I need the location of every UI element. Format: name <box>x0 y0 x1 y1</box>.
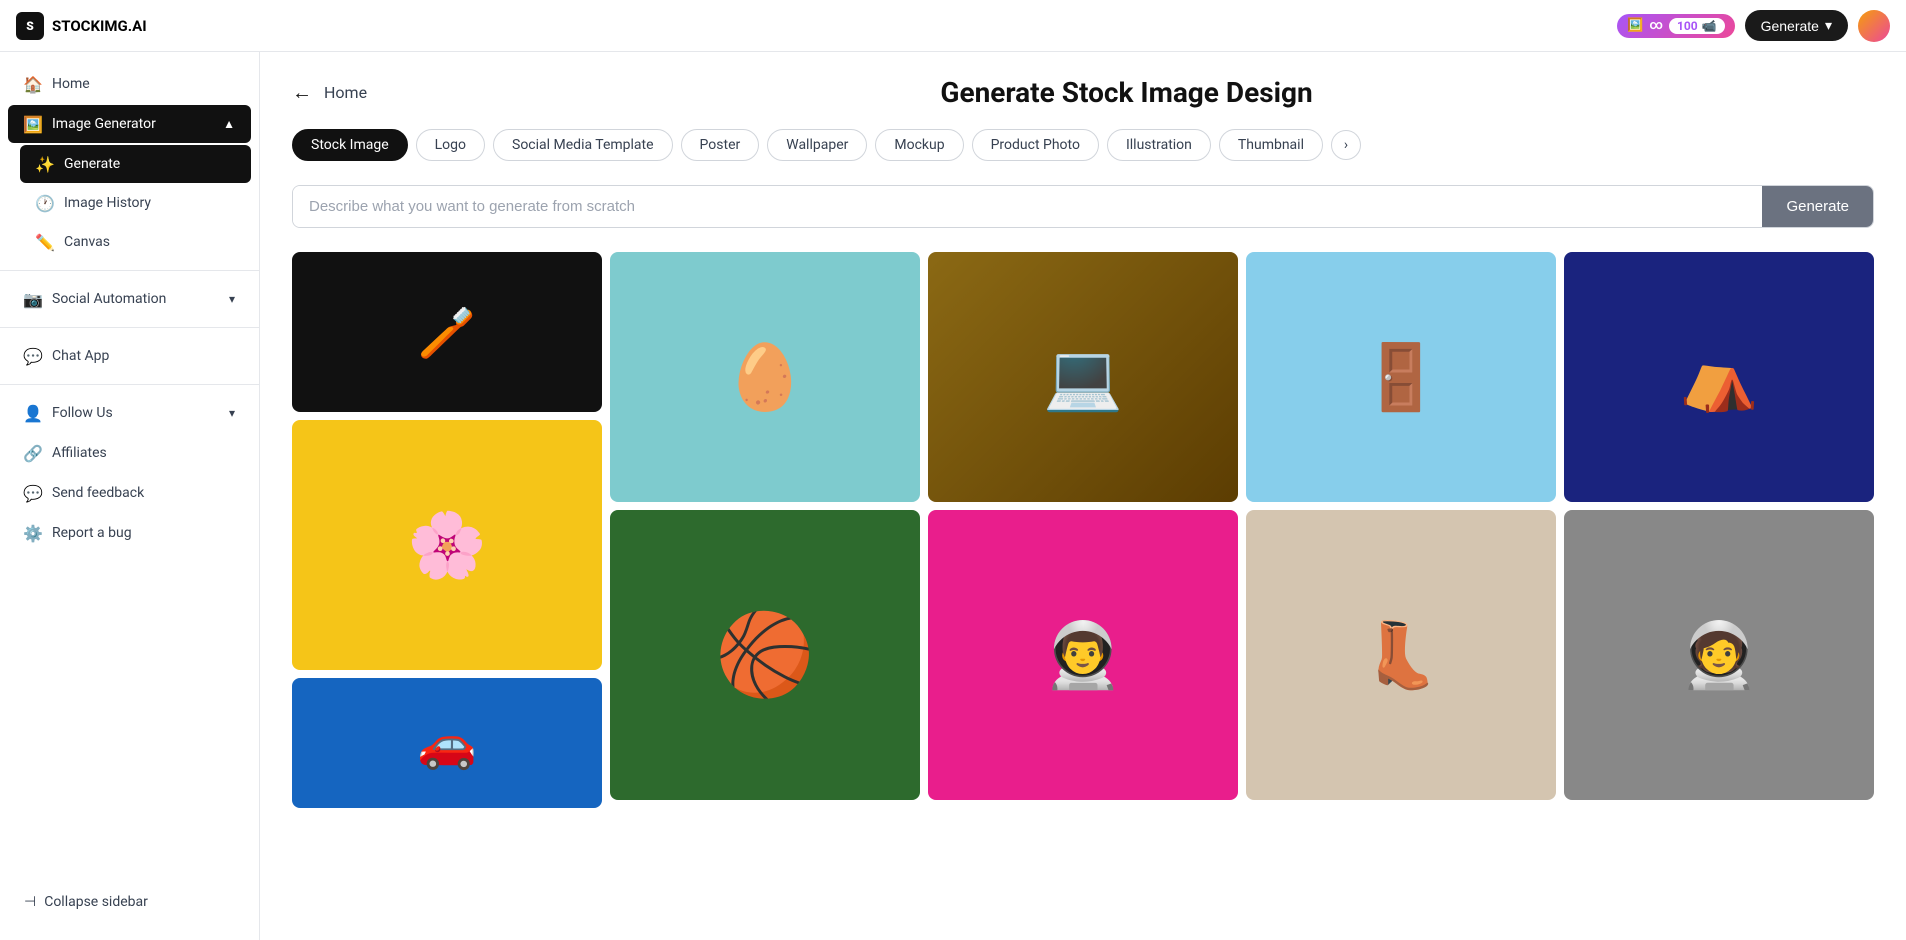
infinity-icon: ∞ <box>1649 18 1663 33</box>
grid-col-4: ⛺ 🧑‍🚀 <box>1564 252 1874 808</box>
feedback-icon: 💬 <box>24 484 42 502</box>
chat-icon: 💬 <box>24 347 42 365</box>
grid-col-2: 💻 👨‍🚀 <box>928 252 1238 808</box>
grid-col-0: 🪥 🌸 🚗 <box>292 252 602 808</box>
chevron-down-icon: ▾ <box>229 292 235 306</box>
main-content: ← Home Generate Stock Image Design Stock… <box>260 52 1906 940</box>
layout: 🏠 Home 🖼️ Image Generator ▲ ✨ Generate 🕐… <box>0 52 1906 940</box>
sidebar-divider-1 <box>0 270 259 271</box>
sidebar-bottom: ⊣ Collapse sidebar <box>0 876 259 928</box>
image-icon: 🖼️ <box>1627 18 1643 33</box>
tab-wallpaper[interactable]: Wallpaper <box>767 129 867 161</box>
sidebar-divider-2 <box>0 327 259 328</box>
credits-badge[interactable]: 🖼️ ∞ 100 📹 <box>1617 14 1734 38</box>
image-basketball[interactable]: 🏀 <box>610 510 920 800</box>
image-astronaut-store[interactable]: 🧑‍🚀 <box>1564 510 1874 800</box>
video-icon: 📹 <box>1702 19 1717 33</box>
home-breadcrumb[interactable]: Home <box>324 83 367 102</box>
tab-logo[interactable]: Logo <box>416 129 485 161</box>
follow-icon: 👤 <box>24 404 42 422</box>
collapse-icon: ⊣ <box>24 894 36 910</box>
grid-col-3: 🚪 👢 <box>1246 252 1556 808</box>
page-title: Generate Stock Image Design <box>379 76 1874 109</box>
sidebar: 🏠 Home 🖼️ Image Generator ▲ ✨ Generate 🕐… <box>0 52 260 940</box>
image-laptop[interactable]: 💻 <box>928 252 1238 502</box>
topbar: S STOCKIMG.AI 🖼️ ∞ 100 📹 Generate ▾ <box>0 0 1906 52</box>
search-bar: Generate <box>292 185 1874 228</box>
image-boots[interactable]: 👢 <box>1246 510 1556 800</box>
search-generate-button[interactable]: Generate <box>1762 186 1873 227</box>
sidebar-item-affiliates[interactable]: 🔗 Affiliates <box>8 434 251 472</box>
chevron-up-icon: ▲ <box>223 117 235 131</box>
back-button[interactable]: ← <box>292 80 312 105</box>
image-astronaut-tv[interactable]: 👨‍🚀 <box>928 510 1238 800</box>
history-icon: 🕐 <box>36 194 54 212</box>
affiliates-icon: 🔗 <box>24 444 42 462</box>
image-tent[interactable]: ⛺ <box>1564 252 1874 502</box>
tab-product-photo[interactable]: Product Photo <box>972 129 1099 161</box>
image-generator-submenu: ✨ Generate 🕐 Image History ✏️ Canvas <box>0 144 259 262</box>
image-grid: 🪥 🌸 🚗 🥚 🏀 � <box>292 252 1874 808</box>
social-icon: 📷 <box>24 290 42 308</box>
search-input[interactable] <box>293 186 1762 227</box>
topbar-right: 🖼️ ∞ 100 📹 Generate ▾ <box>1617 10 1890 42</box>
canvas-icon: ✏️ <box>36 233 54 251</box>
avatar[interactable] <box>1858 10 1890 42</box>
tab-thumbnail[interactable]: Thumbnail <box>1219 129 1323 161</box>
image-generator-icon: 🖼️ <box>24 115 42 133</box>
sidebar-item-canvas[interactable]: ✏️ Canvas <box>20 223 251 261</box>
tab-mockup[interactable]: Mockup <box>875 129 963 161</box>
sparkle-icon: ✨ <box>36 155 54 173</box>
app-name: STOCKIMG.AI <box>52 17 147 35</box>
image-eggs[interactable]: 🥚 <box>610 252 920 502</box>
grid-col-1: 🥚 🏀 <box>610 252 920 808</box>
sidebar-item-home[interactable]: 🏠 Home <box>8 65 251 103</box>
sidebar-item-social-automation[interactable]: 📷 Social Automation ▾ <box>8 280 251 318</box>
main-header: ← Home Generate Stock Image Design <box>292 76 1874 109</box>
credits-count: 100 📹 <box>1669 18 1725 34</box>
image-toothbrush[interactable]: 🪥 <box>292 252 602 412</box>
image-flower[interactable]: 🌸 <box>292 420 602 670</box>
sidebar-divider-3 <box>0 384 259 385</box>
bug-icon: ⚙️ <box>24 524 42 542</box>
sidebar-item-image-history[interactable]: 🕐 Image History <box>20 184 251 222</box>
tab-poster[interactable]: Poster <box>681 129 760 161</box>
tabs-next-arrow[interactable]: › <box>1331 130 1361 160</box>
collapse-sidebar-button[interactable]: ⊣ Collapse sidebar <box>8 884 251 920</box>
logo: S STOCKIMG.AI <box>16 12 147 40</box>
sidebar-item-image-generator[interactable]: 🖼️ Image Generator ▲ <box>8 105 251 143</box>
sidebar-item-chat-app[interactable]: 💬 Chat App <box>8 337 251 375</box>
image-car[interactable]: 🚗 <box>292 678 602 808</box>
home-icon: 🏠 <box>24 75 42 93</box>
generate-top-button[interactable]: Generate ▾ <box>1745 10 1848 41</box>
tab-stock-image[interactable]: Stock Image <box>292 129 408 161</box>
logo-icon: S <box>16 12 44 40</box>
tab-social-media[interactable]: Social Media Template <box>493 129 673 161</box>
sidebar-item-send-feedback[interactable]: 💬 Send feedback <box>8 474 251 512</box>
sidebar-item-follow-us[interactable]: 👤 Follow Us ▾ <box>8 394 251 432</box>
sidebar-item-report-bug[interactable]: ⚙️ Report a bug <box>8 514 251 552</box>
sidebar-item-generate[interactable]: ✨ Generate <box>20 145 251 183</box>
chevron-down-2-icon: ▾ <box>229 406 235 420</box>
tab-illustration[interactable]: Illustration <box>1107 129 1211 161</box>
tabs-container: Stock Image Logo Social Media Template P… <box>292 129 1874 161</box>
image-door[interactable]: 🚪 <box>1246 252 1556 502</box>
